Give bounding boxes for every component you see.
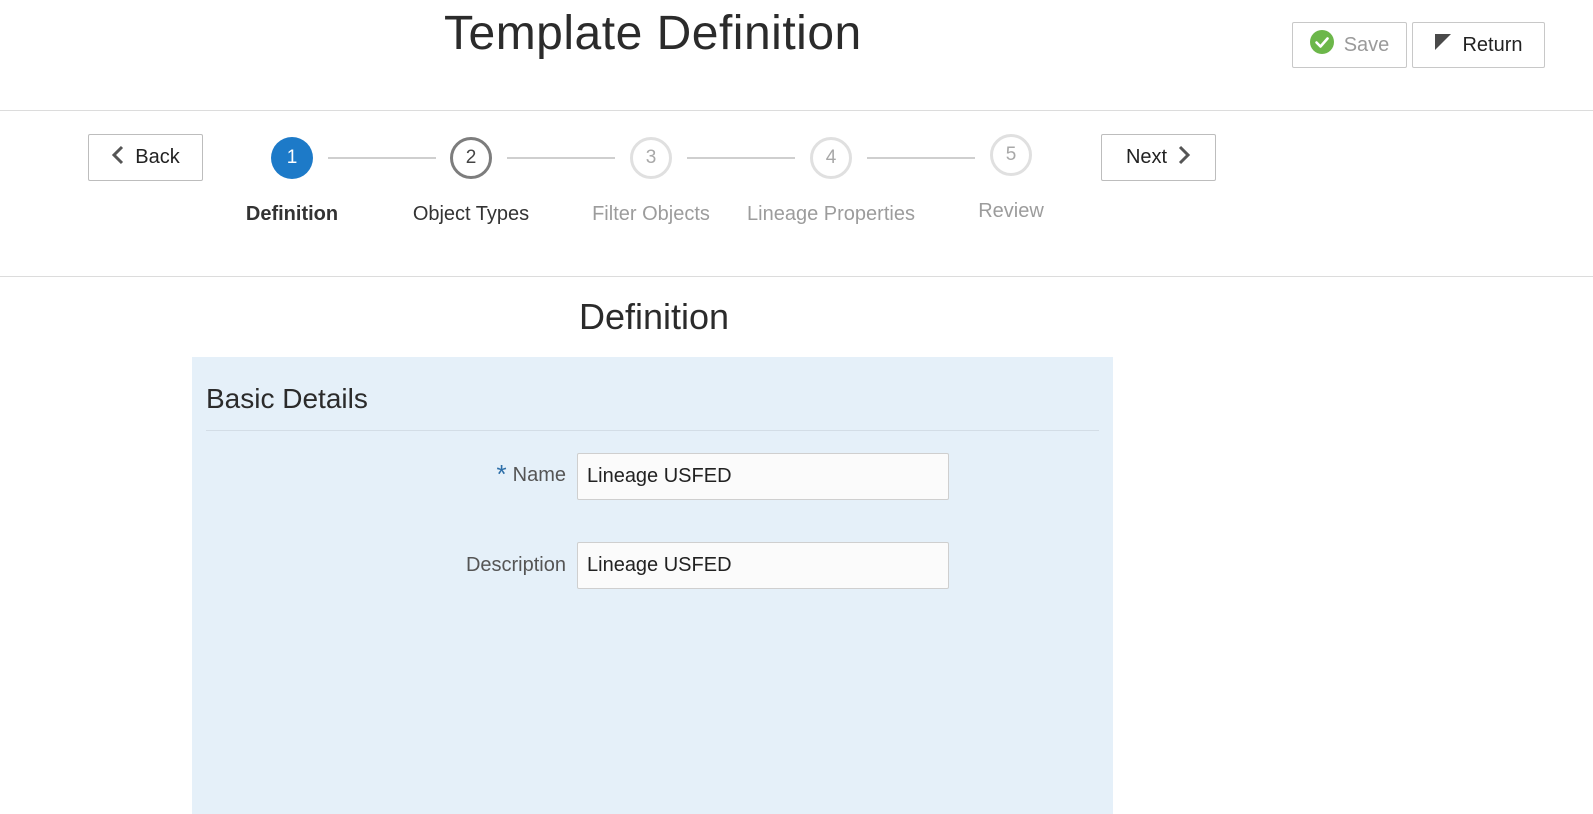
train-step-4-circle[interactable]: 4 bbox=[810, 137, 852, 179]
description-input[interactable] bbox=[577, 542, 949, 589]
step-connector bbox=[687, 157, 795, 159]
return-label: Return bbox=[1462, 33, 1523, 56]
header-divider bbox=[0, 110, 1593, 111]
name-label: Name bbox=[512, 464, 566, 486]
step-connector bbox=[328, 157, 436, 159]
save-label: Save bbox=[1343, 33, 1390, 56]
page-title: Template Definition bbox=[444, 7, 862, 60]
train-step-3-label: Filter Objects bbox=[592, 203, 710, 225]
name-input[interactable] bbox=[577, 453, 949, 500]
chevron-left-icon bbox=[111, 145, 125, 171]
next-label: Next bbox=[1125, 146, 1168, 168]
panel-divider bbox=[206, 430, 1099, 431]
section-title: Definition bbox=[579, 296, 730, 337]
train-step-1-circle[interactable]: 1 bbox=[271, 137, 313, 179]
step-connector bbox=[867, 157, 975, 159]
train-step-1-label: Definition bbox=[245, 203, 339, 225]
train-step-5-label: Review bbox=[978, 200, 1044, 222]
chevron-right-icon bbox=[1177, 145, 1191, 171]
step-connector bbox=[507, 157, 615, 159]
back-button[interactable]: Back bbox=[88, 134, 203, 181]
train-step-2-label: Object Types bbox=[412, 203, 530, 225]
train-step-5-circle[interactable]: 5 bbox=[990, 134, 1032, 176]
required-asterisk: * bbox=[496, 459, 507, 489]
train-step-4-label: Lineage Properties bbox=[747, 203, 915, 225]
description-field-label: Description bbox=[466, 554, 566, 577]
train-divider bbox=[0, 276, 1593, 277]
check-circle-icon bbox=[1309, 30, 1334, 60]
back-label: Back bbox=[135, 146, 180, 168]
return-icon bbox=[1434, 33, 1452, 57]
panel-title: Basic Details bbox=[206, 383, 368, 414]
description-label: Description bbox=[465, 554, 566, 576]
return-button[interactable]: Return bbox=[1412, 22, 1545, 68]
name-field-label: * Name bbox=[496, 459, 566, 489]
train-step-2-circle[interactable]: 2 bbox=[450, 137, 492, 179]
train-step-3-circle[interactable]: 3 bbox=[630, 137, 672, 179]
basic-details-panel: Basic Details * Name Description bbox=[192, 357, 1113, 814]
save-button[interactable]: Save bbox=[1292, 22, 1407, 68]
next-button[interactable]: Next bbox=[1101, 134, 1216, 181]
